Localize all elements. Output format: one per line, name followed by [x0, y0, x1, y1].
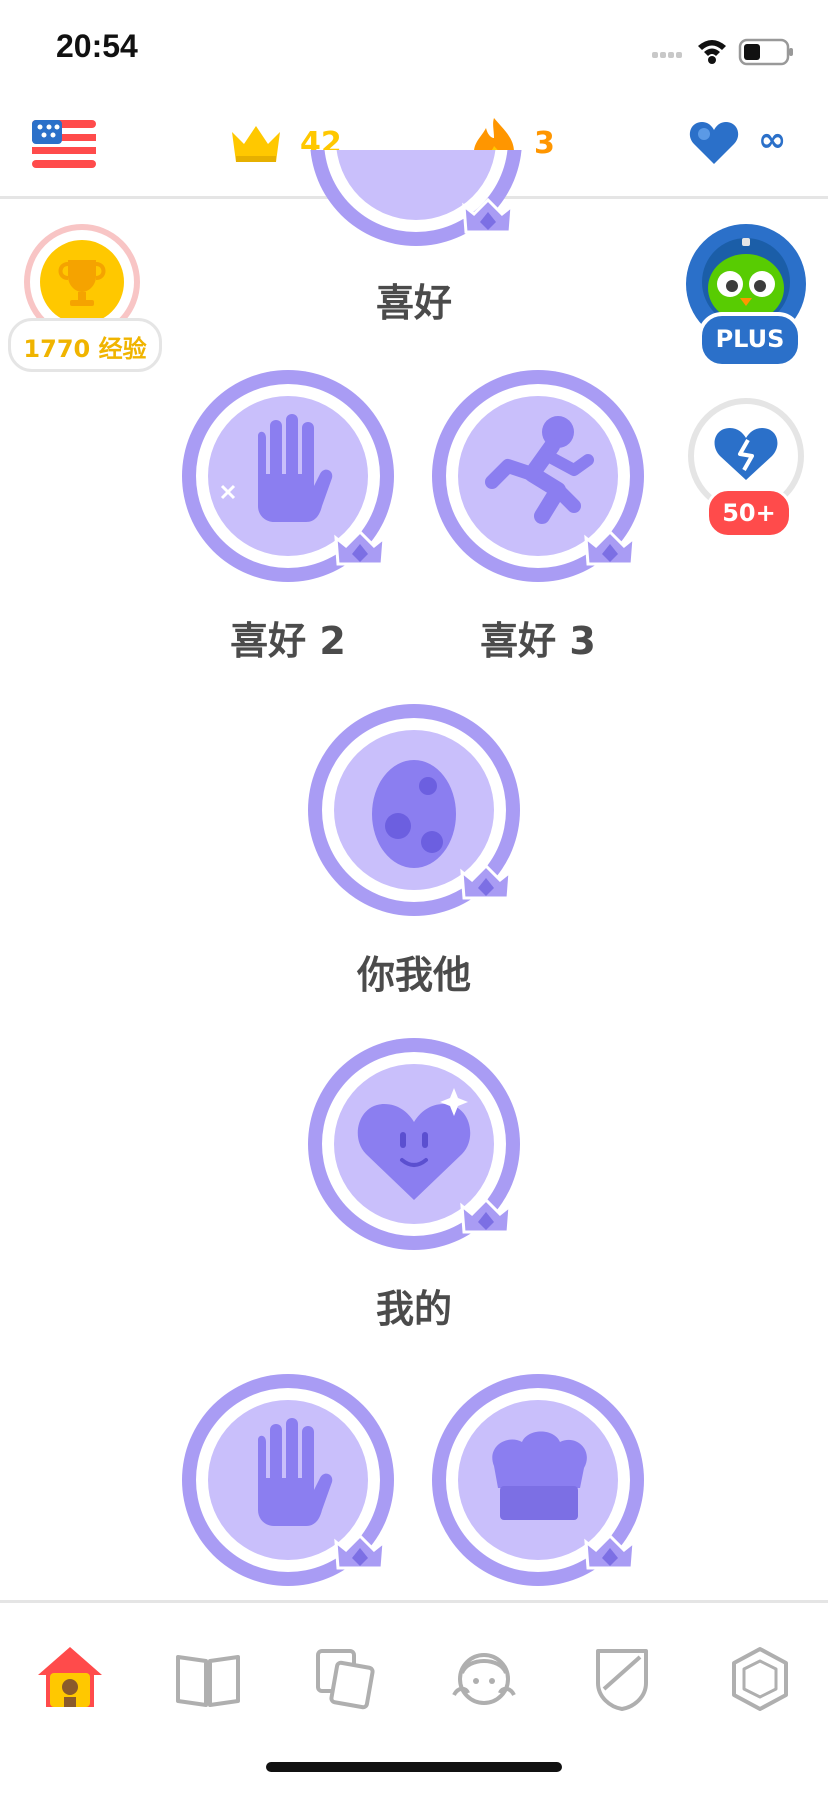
status-icons: [652, 38, 793, 66]
crown-chest-icon: [334, 1533, 386, 1570]
crown-chest-icon: [460, 863, 512, 900]
heart-icon: [689, 122, 739, 164]
battery-icon: [738, 38, 793, 66]
broken-heart-icon: [714, 428, 778, 480]
trophy-icon: [58, 260, 106, 306]
shield-icon[interactable]: [586, 1643, 658, 1715]
cards-icon[interactable]: [310, 1643, 382, 1715]
crown-chest-icon: [460, 196, 516, 236]
lesson-label: 喜好 3: [480, 619, 596, 663]
crown-chest-icon: [584, 1533, 636, 1570]
hearts-stat[interactable]: ∞: [688, 118, 808, 170]
lesson-node[interactable]: [304, 1034, 524, 1254]
signal-icon: [652, 52, 682, 58]
hearts-refill-count: 50+: [722, 499, 776, 527]
lesson-node[interactable]: [178, 366, 398, 586]
lesson-label: 我的: [375, 1287, 452, 1331]
us-flag-icon[interactable]: [32, 120, 96, 168]
status-time: 20:54: [56, 28, 138, 64]
hearts-refill-badge: 50+: [706, 488, 792, 538]
hearts-count: ∞: [758, 120, 787, 160]
book-icon[interactable]: [172, 1643, 244, 1715]
store-icon[interactable]: [724, 1643, 796, 1715]
xp-label: 1770 经验: [23, 335, 147, 363]
plus-label: PLUS: [715, 325, 785, 353]
crown-chest-icon: [334, 529, 386, 566]
plus-badge: PLUS: [698, 312, 802, 368]
lesson-label: 你我他: [356, 953, 471, 997]
lesson-label: 喜好: [375, 281, 452, 325]
wifi-icon: [698, 40, 726, 64]
profile-icon[interactable]: [448, 1643, 520, 1715]
xp-pill[interactable]: 1770 经验: [8, 318, 162, 372]
lesson-node[interactable]: [428, 1370, 648, 1590]
lesson-node[interactable]: [178, 1370, 398, 1590]
home-icon[interactable]: [34, 1643, 106, 1715]
crown-chest-icon: [460, 1197, 512, 1234]
lesson-node[interactable]: [428, 366, 648, 586]
crown-icon: [232, 126, 280, 162]
crown-chest-icon: [584, 529, 636, 566]
lesson-node[interactable]: [304, 700, 524, 920]
streak-count: 3: [534, 126, 555, 161]
home-indicator[interactable]: [266, 1762, 562, 1772]
